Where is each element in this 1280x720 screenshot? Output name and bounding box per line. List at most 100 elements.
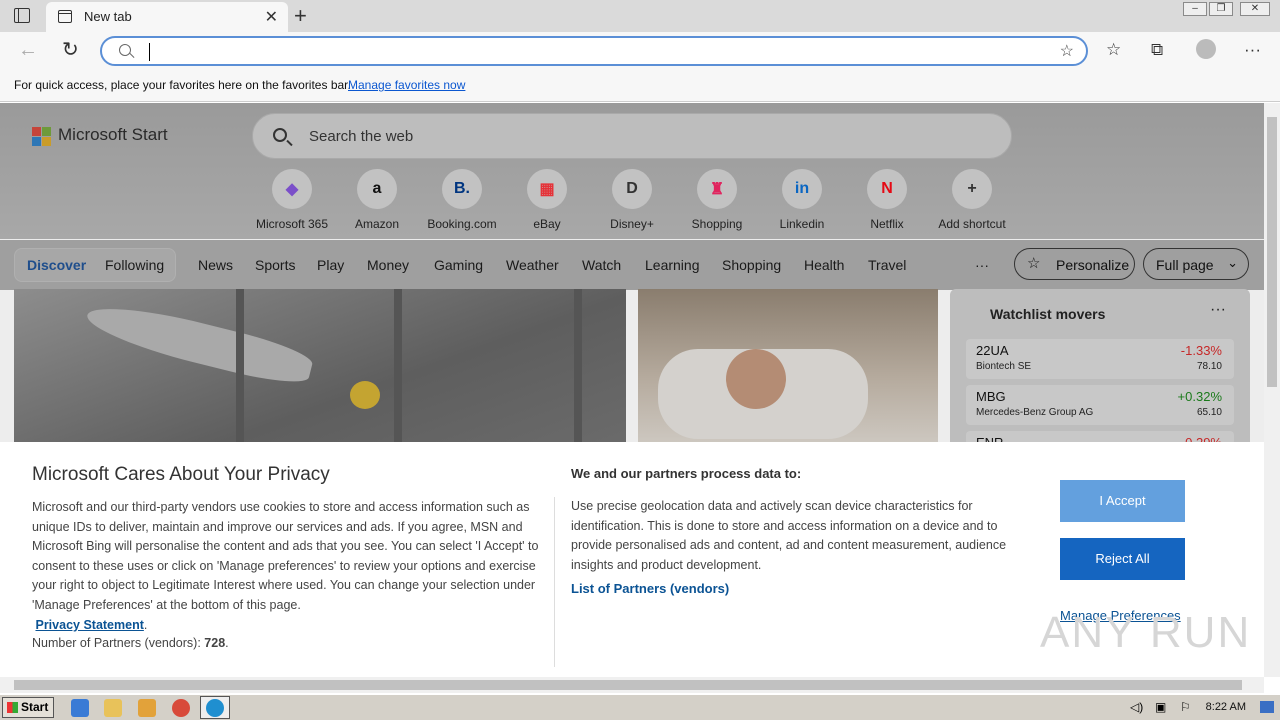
shortcut-shopping[interactable]: ♜ Shopping bbox=[672, 169, 762, 231]
shortcut-label: Amazon bbox=[354, 217, 400, 231]
privacy-statement-link[interactable]: Privacy Statement bbox=[35, 618, 143, 632]
partners-label: Number of Partners (vendors): bbox=[32, 636, 201, 650]
text-caret bbox=[149, 43, 150, 61]
tab-sports[interactable]: Sports bbox=[255, 257, 295, 273]
vendors-list-link[interactable]: List of Partners (vendors) bbox=[571, 581, 729, 596]
flag-icon[interactable]: ⚐ bbox=[1180, 700, 1191, 714]
tab-news[interactable]: News bbox=[198, 257, 233, 273]
shortcut-ebay[interactable]: ▦ eBay bbox=[502, 169, 592, 231]
clock: 8:22 AM bbox=[1205, 701, 1246, 713]
layout-dropdown[interactable]: Full page ⌄ bbox=[1143, 248, 1249, 280]
shortcut-label: Netflix bbox=[870, 217, 904, 231]
divider bbox=[554, 497, 555, 667]
shortcut-booking-com[interactable]: B. Booking.com bbox=[417, 169, 507, 231]
edge-icon bbox=[206, 699, 224, 717]
ie-icon[interactable] bbox=[71, 699, 89, 717]
tab-gaming[interactable]: Gaming bbox=[434, 257, 483, 273]
more-categories-icon[interactable]: ··· bbox=[975, 257, 989, 273]
tab-watch[interactable]: Watch bbox=[582, 257, 621, 273]
logo-square-red bbox=[32, 127, 41, 136]
news-card-sleep[interactable] bbox=[638, 289, 938, 449]
close-window-button[interactable]: ✕ bbox=[1240, 2, 1270, 16]
close-tab-icon[interactable]: ✕ bbox=[265, 7, 278, 27]
tab-learning[interactable]: Learning bbox=[645, 257, 700, 273]
shortcut-add-shortcut[interactable]: + Add shortcut bbox=[927, 169, 1017, 231]
watchlist-row[interactable]: 22UA Biontech SE -1.33% 78.10 bbox=[966, 339, 1234, 379]
address-bar[interactable]: ☆ bbox=[100, 36, 1088, 66]
shortcut-label: eBay bbox=[533, 217, 561, 231]
tab-actions-icon[interactable] bbox=[14, 8, 30, 23]
shortcut-icon: in bbox=[782, 169, 822, 209]
stock-change: -1.33% bbox=[1180, 343, 1222, 358]
explorer-icon[interactable] bbox=[104, 699, 122, 717]
horizontal-scrollbar[interactable] bbox=[0, 677, 1264, 693]
restore-button[interactable]: ❐ bbox=[1209, 2, 1233, 16]
tab-strip: New tab ✕ + – ❐ ✕ bbox=[0, 0, 1280, 32]
shortcut-icon: N bbox=[867, 169, 907, 209]
network-icon[interactable]: ▣ bbox=[1155, 700, 1166, 714]
favorites-icon[interactable]: ☆ bbox=[1106, 40, 1121, 60]
scroll-thumb[interactable] bbox=[14, 680, 1242, 690]
vertical-scrollbar[interactable] bbox=[1264, 103, 1280, 677]
start-button[interactable]: Start bbox=[2, 697, 54, 718]
watchlist-title: Watchlist movers bbox=[990, 306, 1106, 322]
shortcut-label: Add shortcut bbox=[938, 217, 1006, 231]
media-player-icon[interactable] bbox=[138, 699, 156, 717]
logo-square-yellow bbox=[42, 137, 51, 146]
newtab-page-icon bbox=[58, 10, 72, 23]
personalize-button[interactable]: ☆ Personalize bbox=[1014, 248, 1135, 280]
shortcut-label: Disney+ bbox=[610, 217, 654, 231]
tab-discover[interactable]: Discover bbox=[27, 257, 86, 273]
partners-count: Number of Partners (vendors): 728. bbox=[32, 636, 229, 650]
logo-square-green bbox=[42, 127, 51, 136]
refresh-button[interactable]: ↻ bbox=[62, 37, 79, 62]
tab-shopping[interactable]: Shopping bbox=[722, 257, 781, 273]
chrome-icon[interactable] bbox=[172, 699, 190, 717]
tab-following[interactable]: Following bbox=[105, 257, 164, 273]
back-button[interactable]: ← bbox=[18, 39, 38, 62]
show-desktop-icon[interactable] bbox=[1260, 701, 1274, 713]
manage-favorites-link[interactable]: Manage favorites now bbox=[348, 78, 465, 92]
star-icon: ☆ bbox=[1027, 255, 1041, 272]
shortcut-icon: D bbox=[612, 169, 652, 209]
add-favorite-icon[interactable]: ☆ bbox=[1060, 41, 1074, 61]
collections-icon[interactable]: ⧉ bbox=[1151, 40, 1163, 60]
stock-symbol: MBG bbox=[976, 389, 1006, 404]
volume-icon[interactable]: ◁) bbox=[1130, 700, 1143, 714]
settings-more-icon[interactable]: ··· bbox=[1244, 40, 1261, 60]
shortcut-icon: + bbox=[952, 169, 992, 209]
shortcut-disney-[interactable]: D Disney+ bbox=[587, 169, 677, 231]
news-card-shark[interactable] bbox=[14, 289, 626, 449]
shortcut-label: Linkedin bbox=[779, 217, 825, 231]
cage-bar bbox=[236, 289, 244, 449]
tab-new-tab[interactable]: New tab ✕ bbox=[46, 2, 288, 32]
minimize-button[interactable]: – bbox=[1183, 2, 1207, 16]
browser-toolbar: ← ↻ ☆ ☆ ⧉ ··· bbox=[0, 32, 1280, 70]
shortcut-netflix[interactable]: N Netflix bbox=[842, 169, 932, 231]
stock-price: 65.10 bbox=[1196, 407, 1222, 418]
shortcut-linkedin[interactable]: in Linkedin bbox=[757, 169, 847, 231]
new-tab-button[interactable]: + bbox=[294, 3, 307, 29]
web-search-box[interactable]: Search the web bbox=[252, 113, 1012, 159]
anyrun-watermark: ANY RUN bbox=[1040, 608, 1252, 657]
tab-travel[interactable]: Travel bbox=[868, 257, 906, 273]
tab-money[interactable]: Money bbox=[367, 257, 409, 273]
layout-label: Full page bbox=[1156, 257, 1214, 273]
profile-avatar[interactable] bbox=[1196, 39, 1216, 59]
tab-weather[interactable]: Weather bbox=[506, 257, 559, 273]
search-icon bbox=[273, 128, 287, 142]
tab-health[interactable]: Health bbox=[804, 257, 844, 273]
page-header: Microsoft Start Search the web ◆ Microsof… bbox=[0, 103, 1264, 239]
shortcut-amazon[interactable]: a Amazon bbox=[332, 169, 422, 231]
privacy-body: Microsoft and our third-party vendors us… bbox=[32, 500, 539, 632]
shortcut-microsoft-365[interactable]: ◆ Microsoft 365 bbox=[247, 169, 337, 231]
watchlist-row[interactable]: MBG Mercedes-Benz Group AG +0.32% 65.10 bbox=[966, 385, 1234, 425]
reject-all-button[interactable]: Reject All bbox=[1060, 538, 1185, 580]
favorites-bar: For quick access, place your favorites h… bbox=[0, 70, 1280, 102]
edge-taskbar-button[interactable] bbox=[200, 696, 230, 719]
watchlist-more-icon[interactable]: ··· bbox=[1210, 301, 1226, 319]
partners-number: 728 bbox=[204, 636, 226, 650]
tab-play[interactable]: Play bbox=[317, 257, 344, 273]
accept-button[interactable]: I Accept bbox=[1060, 480, 1185, 522]
scroll-thumb[interactable] bbox=[1267, 117, 1277, 387]
